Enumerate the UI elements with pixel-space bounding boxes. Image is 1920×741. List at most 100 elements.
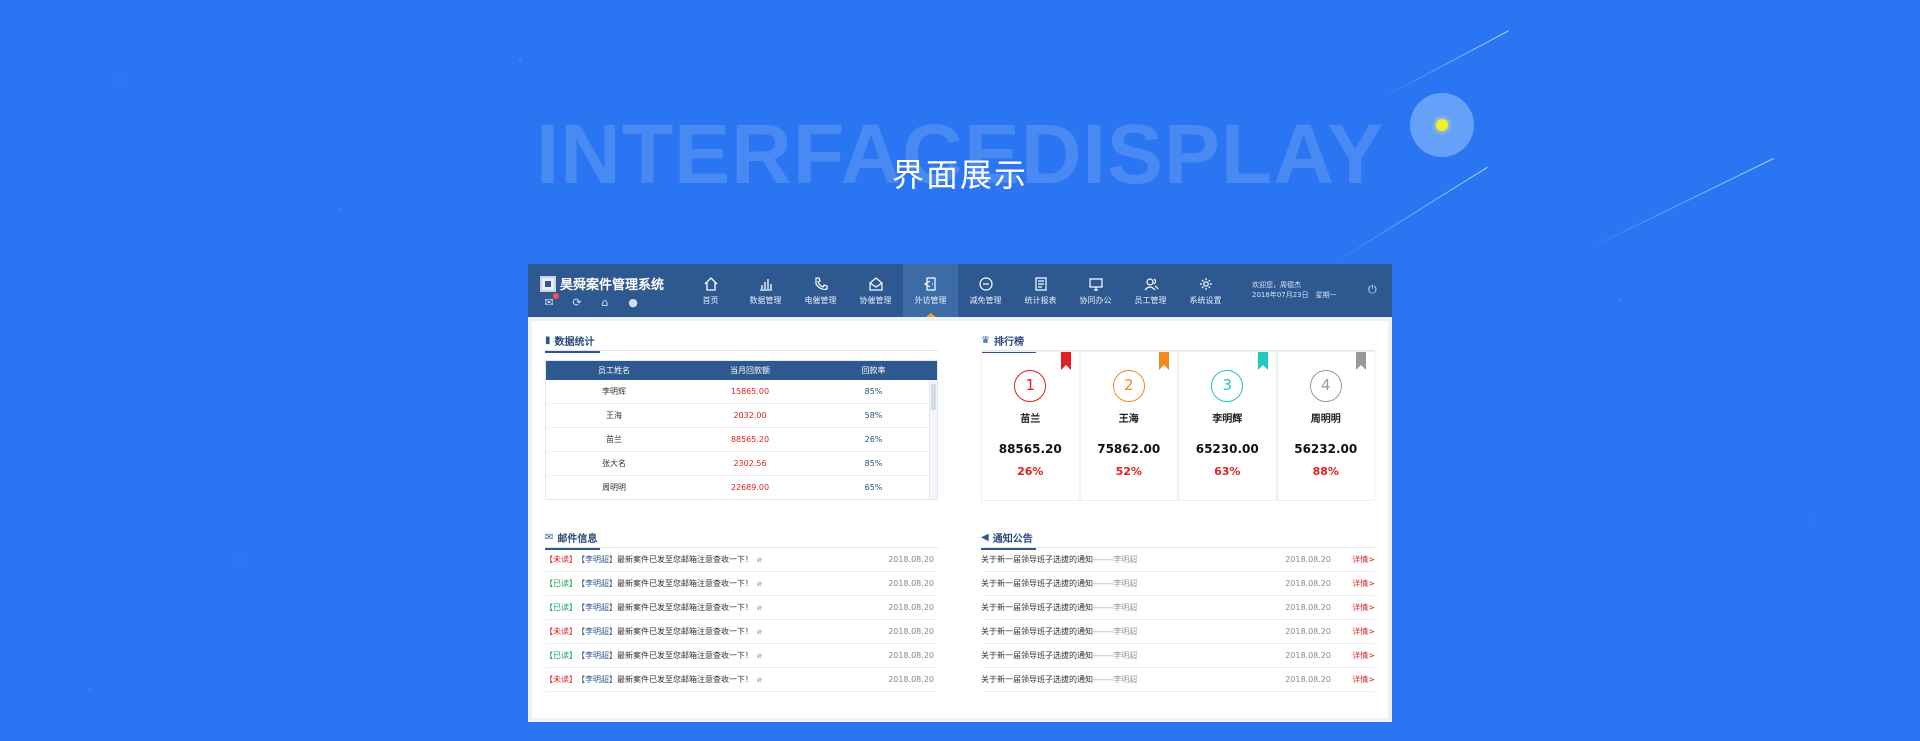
rank-amount: 65230.00 xyxy=(1195,442,1259,456)
rank-card[interactable]: 1 苗兰 88565.20 26% xyxy=(981,351,1080,501)
rank-name: 王海 xyxy=(1118,414,1139,425)
mail-date: 2018.08.20 xyxy=(888,627,934,636)
mail-sender: 【李明超】 xyxy=(577,603,617,612)
cell-amount: 88565.20 xyxy=(730,435,770,444)
notice-detail-link[interactable]: 详情> xyxy=(1352,554,1375,565)
welcome-date: 2018年07月23日 星期一 xyxy=(1252,291,1337,299)
rank-percent: 26% xyxy=(1017,465,1044,478)
ribbon-icon xyxy=(1257,352,1268,370)
mail-item[interactable]: 【未读】 【李明超】 最新案件已发至您邮箱注意查收一下！ ⌀ 2018.08.20 xyxy=(545,548,938,572)
rank-name: 李明辉 xyxy=(1212,414,1243,425)
mail-date: 2018.08.20 xyxy=(888,555,934,564)
mail-date: 2018.08.20 xyxy=(888,579,934,588)
nav-item-5[interactable]: 减免管理 xyxy=(958,264,1013,317)
mail-text: 最新案件已发至您邮箱注意查收一下！ xyxy=(617,579,753,588)
notice-item[interactable]: 关于新一届领导班子选拔的通知 -------李明超 2018.08.20 详情> xyxy=(981,668,1375,692)
mail-item[interactable]: 【已读】 【李明超】 最新案件已发至您邮箱注意查收一下！ ⌀ 2018.08.20 xyxy=(545,572,938,596)
rank-percent: 88% xyxy=(1312,465,1339,478)
table-row[interactable]: 王海 2032.00 58% xyxy=(546,404,937,428)
ranking-cards: 1 苗兰 88565.20 26% 2 王海 75862.00 52% 3 李明辉 65230.00… xyxy=(981,351,1375,501)
notice-detail-link[interactable]: 详情> xyxy=(1352,578,1375,589)
paperclip-icon: ⌀ xyxy=(757,579,762,588)
envelope-open-icon xyxy=(867,276,885,292)
user-icon[interactable]: ● xyxy=(626,296,640,310)
notice-detail-link[interactable]: 详情> xyxy=(1352,602,1375,613)
rank-number: 2 xyxy=(1112,370,1145,402)
door-icon xyxy=(922,276,940,292)
nav-item-label: 电催管理 xyxy=(804,295,837,305)
hero-title: 界面展示 xyxy=(891,156,1028,194)
dashboard-content: ▮ 数据统计 员工姓名 当月回款额 回款率 李明辉 15865.00 85% 王海 20… xyxy=(532,321,1388,718)
mail-status: 【已读】 xyxy=(545,651,577,660)
mail-item[interactable]: 【已读】 【李明超】 最新案件已发至您邮箱注意查收一下！ ⌀ 2018.08.20 xyxy=(545,644,938,668)
nav-item-2[interactable]: 电催管理 xyxy=(793,264,848,317)
rank-name: 周明明 xyxy=(1310,414,1341,425)
home-icon[interactable]: ⌂ xyxy=(598,296,612,310)
col-header-amount: 当月回款额 xyxy=(730,366,770,375)
phone-icon xyxy=(812,276,830,292)
nav-item-7[interactable]: 协同办公 xyxy=(1068,264,1123,317)
cell-name: 张大名 xyxy=(602,459,626,468)
table-row[interactable]: 周明明 22689.00 65% xyxy=(546,476,937,499)
nav-item-3[interactable]: 协催管理 xyxy=(848,264,903,317)
notice-item[interactable]: 关于新一届领导班子选拔的通知 -------李明超 2018.08.20 详情> xyxy=(981,620,1375,644)
notice-item[interactable]: 关于新一届领导班子选拔的通知 -------李明超 2018.08.20 详情> xyxy=(981,572,1375,596)
notice-detail-link[interactable]: 详情> xyxy=(1352,626,1375,637)
mail-item[interactable]: 【未读】 【李明超】 最新案件已发至您邮箱注意查收一下！ ⌀ 2018.08.20 xyxy=(545,668,938,692)
cell-rate: 65% xyxy=(864,483,883,492)
mail-item[interactable]: 【未读】 【李明超】 最新案件已发至您邮箱注意查收一下！ ⌀ 2018.08.20 xyxy=(545,620,938,644)
nav-item-8[interactable]: 员工管理 xyxy=(1123,264,1178,317)
brand-name: 昊舜案件管理系统 xyxy=(560,278,665,293)
bar-chart-icon: ▮ xyxy=(545,335,551,346)
nav-item-0[interactable]: 首页 xyxy=(683,264,738,317)
nav-item-4[interactable]: 外访管理 xyxy=(903,264,958,317)
notice-author: -------李明超 xyxy=(1093,603,1138,612)
table-row[interactable]: 张大名 2302.56 85% xyxy=(546,452,937,476)
mail-status: 【已读】 xyxy=(545,603,577,612)
main-nav: 首页 数据管理 电催管理 协催管理 外访管理 减免管理 统计报表 协同办公 员工管理 系统设置 xyxy=(683,264,1233,317)
mail-text: 最新案件已发至您邮箱注意查收一下！ xyxy=(617,675,753,684)
mail-panel-title: ✉ 邮件信息 xyxy=(545,532,601,550)
power-icon[interactable]: ⏻ xyxy=(1368,284,1380,296)
stats-table: 员工姓名 当月回款额 回款率 李明辉 15865.00 85% 王海 2032.00 58… xyxy=(545,360,938,500)
welcome-info: 欢迎您，周德杰 2018年07月23日 星期一 xyxy=(1252,280,1337,300)
notice-date: 2018.08.20 xyxy=(1285,675,1331,684)
cell-name: 李明辉 xyxy=(602,387,626,396)
rank-card[interactable]: 2 王海 75862.00 52% xyxy=(1079,351,1178,501)
mail-date: 2018.08.20 xyxy=(888,603,934,612)
logo-icon xyxy=(540,275,556,292)
cell-name: 苗兰 xyxy=(606,435,622,444)
mail-sender: 【李明超】 xyxy=(577,555,617,564)
nav-item-1[interactable]: 数据管理 xyxy=(738,264,793,317)
table-row[interactable]: 李明辉 15865.00 85% xyxy=(546,380,937,404)
col-header-name: 员工姓名 xyxy=(598,366,630,375)
table-row[interactable]: 苗兰 88565.20 26% xyxy=(546,428,937,452)
mail-item[interactable]: 【已读】 【李明超】 最新案件已发至您邮箱注意查收一下！ ⌀ 2018.08.20 xyxy=(545,596,938,620)
rank-amount: 75862.00 xyxy=(1097,442,1161,456)
rank-card[interactable]: 3 李明辉 65230.00 63% xyxy=(1178,351,1277,501)
stats-scrollbar[interactable] xyxy=(929,380,937,499)
gear-icon xyxy=(1197,276,1215,292)
notice-detail-link[interactable]: 详情> xyxy=(1352,674,1375,685)
app-window: 昊舜案件管理系统 ✉ ⟳ ⌂ ● 首页 数据管理 电催管理 协催管理 外访管理 减免管理 统… xyxy=(528,264,1392,722)
mail-date: 2018.08.20 xyxy=(888,651,934,660)
notice-detail-link[interactable]: 详情> xyxy=(1352,650,1375,661)
minus-circle-icon xyxy=(977,276,995,292)
mail-status: 【未读】 xyxy=(545,627,577,636)
refresh-icon[interactable]: ⟳ xyxy=(570,296,584,310)
welcome-user: 欢迎您，周德杰 xyxy=(1252,281,1301,289)
stats-table-header: 员工姓名 当月回款额 回款率 xyxy=(546,361,937,380)
paperclip-icon: ⌀ xyxy=(757,675,762,684)
divider xyxy=(545,350,938,351)
mail-icon[interactable]: ✉ xyxy=(542,293,559,310)
nav-item-6[interactable]: 统计报表 xyxy=(1013,264,1068,317)
monitor-icon xyxy=(1087,276,1105,292)
notice-item[interactable]: 关于新一届领导班子选拔的通知 -------李明超 2018.08.20 详情> xyxy=(981,644,1375,668)
users-icon xyxy=(1142,276,1160,292)
stats-panel-title: ▮ 数据统计 xyxy=(545,335,600,353)
notice-item[interactable]: 关于新一届领导班子选拔的通知 -------李明超 2018.08.20 详情> xyxy=(981,548,1375,572)
rank-card[interactable]: 4 周明明 56232.00 88% xyxy=(1276,351,1375,501)
ribbon-icon xyxy=(1356,352,1366,370)
notice-item[interactable]: 关于新一届领导班子选拔的通知 -------李明超 2018.08.20 详情> xyxy=(981,596,1375,620)
nav-item-9[interactable]: 系统设置 xyxy=(1178,264,1233,317)
